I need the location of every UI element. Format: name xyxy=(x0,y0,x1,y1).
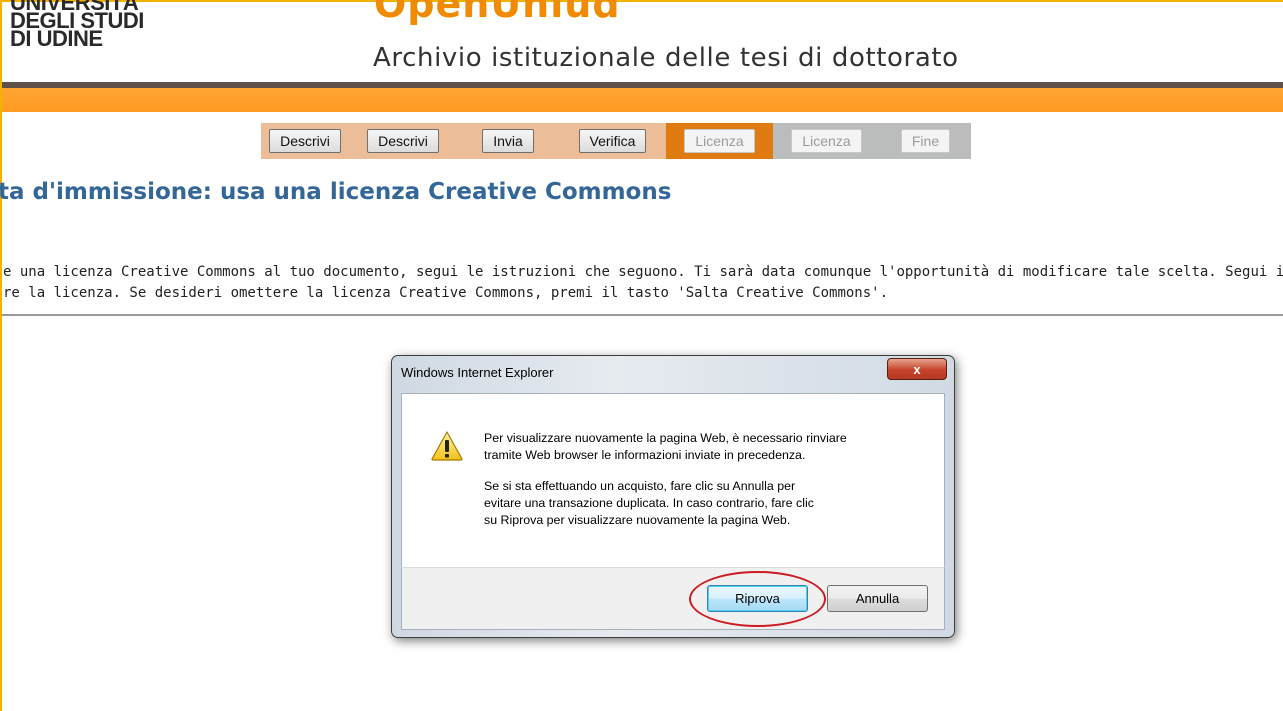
brand-logo: OpenUniud xyxy=(374,0,621,26)
step-finish: Fine xyxy=(880,123,971,159)
cancel-button[interactable]: Annulla xyxy=(827,585,928,612)
intro-text: e una licenza Creative Commons al tuo do… xyxy=(3,262,1283,304)
intro-line: e una licenza Creative Commons al tuo do… xyxy=(3,264,1283,280)
warning-icon xyxy=(431,431,463,461)
dialog-message-line: Per visualizzare nuovamente la pagina We… xyxy=(484,431,847,445)
step-describe-2: Descrivi xyxy=(349,123,457,159)
submission-steps: Descrivi Descrivi Invia Verifica Licenza… xyxy=(261,123,971,159)
step-license-current: Licenza xyxy=(666,123,773,159)
dialog-close-button[interactable]: x xyxy=(887,358,947,380)
page-heading: ta d'immissione: usa una licenza Creativ… xyxy=(0,179,672,205)
header-orange-bar xyxy=(2,88,1283,112)
dialog-message-line: tramite Web browser le informazioni invi… xyxy=(484,448,806,462)
university-logo: UNIVERSITÀ DEGLI STUDI DI UDINE xyxy=(10,0,210,50)
step-describe-1: Descrivi xyxy=(261,123,349,159)
step-submit-button[interactable]: Invia xyxy=(482,129,534,153)
step-license-next-button: Licenza xyxy=(791,129,862,153)
step-license-current-button: Licenza xyxy=(684,129,755,153)
resend-confirm-dialog: Windows Internet Explorer x Per visualiz… xyxy=(391,355,955,638)
content-divider xyxy=(2,314,1283,316)
step-license-next: Licenza xyxy=(773,123,880,159)
dialog-message: Per visualizzare nuovamente la pagina We… xyxy=(484,430,924,543)
step-describe-1-button[interactable]: Descrivi xyxy=(269,129,341,153)
step-verify-button[interactable]: Verifica xyxy=(578,129,647,153)
step-describe-2-button[interactable]: Descrivi xyxy=(367,129,439,153)
step-submit: Invia xyxy=(457,123,559,159)
step-verify: Verifica xyxy=(559,123,666,159)
retry-button[interactable]: Riprova xyxy=(707,585,808,612)
dialog-body: Per visualizzare nuovamente la pagina We… xyxy=(401,393,945,568)
dialog-footer: Riprova Annulla xyxy=(401,567,945,630)
dialog-message-line: evitare una transazione duplicata. In ca… xyxy=(484,496,814,510)
step-finish-button: Fine xyxy=(900,129,951,153)
dialog-title: Windows Internet Explorer xyxy=(401,365,554,380)
dialog-message-line: Se si sta effettuando un acquisto, fare … xyxy=(484,479,796,493)
site-title: Archivio istituzionale delle tesi di dot… xyxy=(373,43,959,73)
dialog-message-line: su Riprova per visualizzare nuovamente l… xyxy=(484,513,791,527)
intro-line: re la licenza. Se desideri omettere la l… xyxy=(3,285,889,301)
